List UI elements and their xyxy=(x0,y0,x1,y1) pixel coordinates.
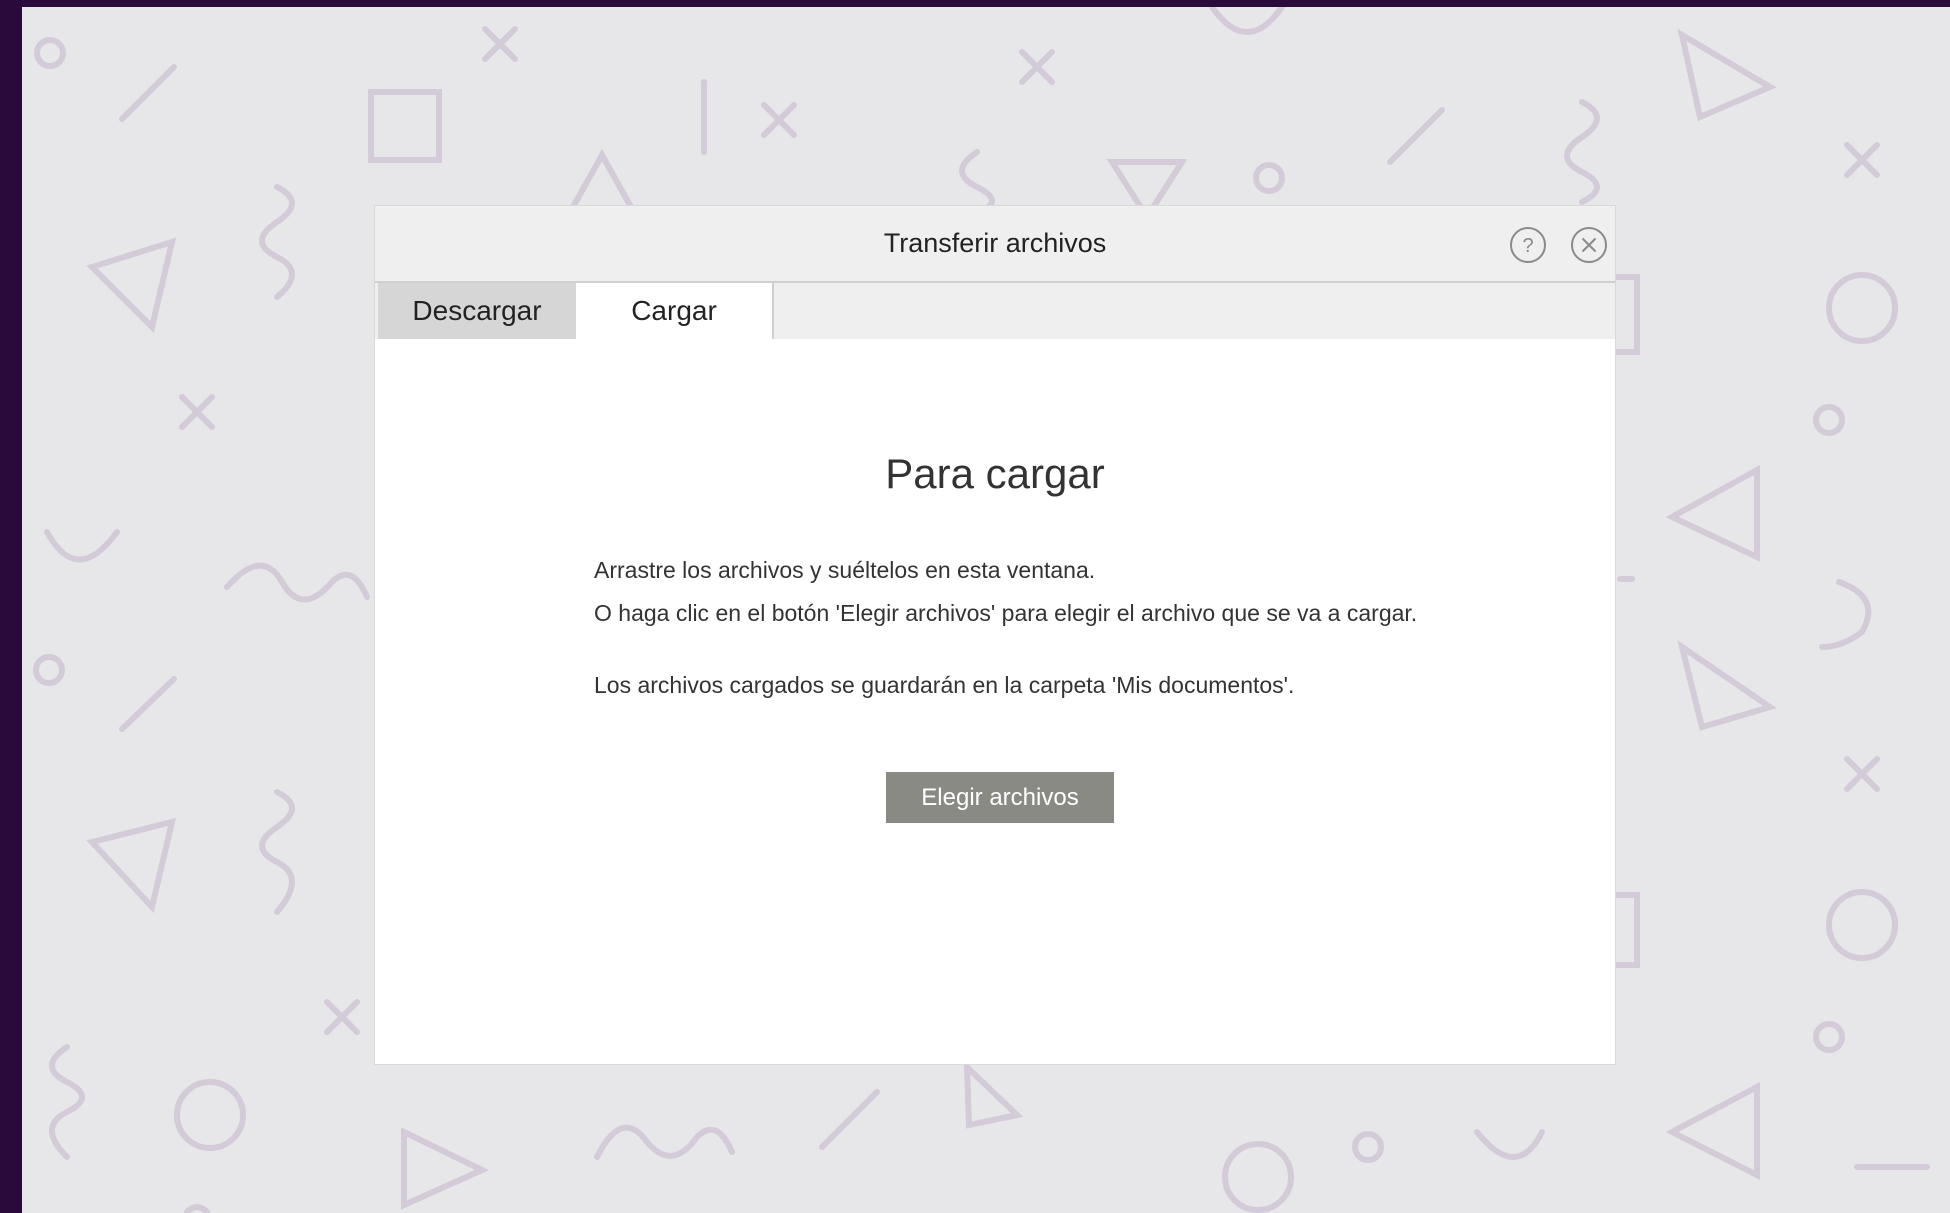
upload-drop-area[interactable]: Para cargar Arrastre los archivos y suél… xyxy=(375,339,1615,1062)
tab-bar: Descargar Cargar xyxy=(375,283,1615,339)
dialog-titlebar: Transferir archivos ? xyxy=(375,206,1615,283)
close-icon[interactable] xyxy=(1570,226,1608,264)
tab-upload[interactable]: Cargar xyxy=(576,283,774,339)
choose-files-button[interactable]: Elegir archivos xyxy=(886,772,1114,823)
transfer-files-dialog: Transferir archivos ? Descargar Cargar P… xyxy=(375,206,1615,1064)
instruction-choose-files: O haga clic en el botón 'Elegir archivos… xyxy=(594,600,1418,626)
svg-text:?: ? xyxy=(1522,235,1533,257)
help-icon[interactable]: ? xyxy=(1509,226,1547,264)
tab-download[interactable]: Descargar xyxy=(378,283,576,339)
dialog-title: Transferir archivos xyxy=(883,228,1107,258)
upload-heading: Para cargar xyxy=(885,450,1105,497)
instruction-drag-drop: Arrastre los archivos y suéltelos en est… xyxy=(594,557,1096,583)
instruction-save-location: Los archivos cargados se guardarán en la… xyxy=(594,672,1295,698)
